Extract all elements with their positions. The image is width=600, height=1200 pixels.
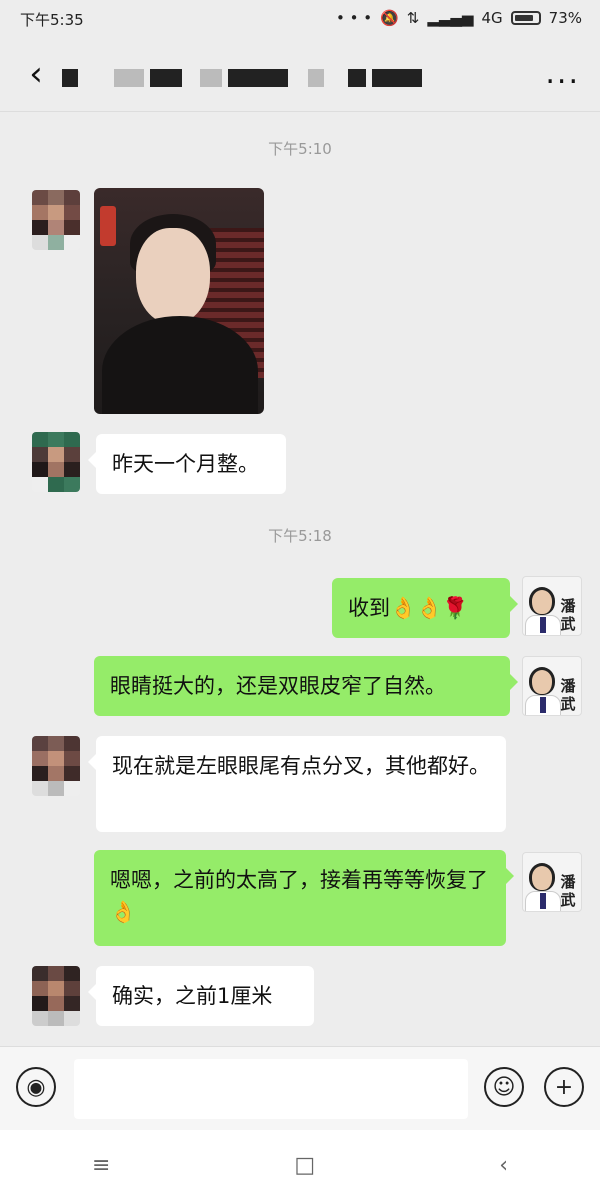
doctor-tie bbox=[540, 617, 546, 633]
back-button[interactable]: ‹ bbox=[16, 54, 56, 94]
voice-icon: ◉ bbox=[26, 1074, 46, 1100]
message-bubble[interactable]: 现在就是左眼眼尾有点分叉，其他都好。 bbox=[88, 736, 506, 832]
redaction-block bbox=[308, 69, 324, 87]
message-text: 昨天一个月整。 bbox=[112, 452, 259, 476]
redaction-block bbox=[150, 69, 182, 87]
doctor-avatar[interactable]: 潘武 bbox=[522, 656, 582, 716]
chat-title-redacted bbox=[62, 58, 422, 98]
doctor-avatar-text: 潘武 bbox=[560, 677, 576, 713]
input-bar: ◉ ☺ + bbox=[0, 1046, 600, 1130]
more-options-button[interactable]: ... bbox=[545, 56, 580, 91]
signal-icon: ▂▃▄▅ bbox=[427, 9, 474, 27]
redaction-block bbox=[62, 69, 78, 87]
mute-icon: 🔕 bbox=[380, 9, 399, 27]
doctor-avatar[interactable]: 潘武 bbox=[522, 852, 582, 912]
redaction-block bbox=[372, 69, 422, 87]
photo-message[interactable] bbox=[94, 188, 264, 414]
message-bubble[interactable]: 收到👌👌🌹 bbox=[332, 578, 518, 638]
plus-button[interactable]: + bbox=[544, 1067, 584, 1107]
system-nav-bar: ≡ □ ‹ bbox=[0, 1130, 600, 1200]
message-bubble[interactable]: 昨天一个月整。 bbox=[88, 434, 286, 494]
status-bar: 下午5:35 • • • 🔕 ⇅ ▂▃▄▅ 4G 73% bbox=[0, 0, 600, 36]
status-right: • • • 🔕 ⇅ ▂▃▄▅ 4G 73% bbox=[336, 9, 582, 27]
redaction-block bbox=[200, 69, 222, 87]
data-arrows-icon: ⇅ bbox=[406, 9, 420, 27]
chevron-left-icon: ‹ bbox=[29, 54, 43, 94]
redaction-block bbox=[228, 69, 288, 87]
doctor-tie bbox=[540, 893, 546, 909]
avatar[interactable] bbox=[32, 736, 80, 796]
battery-percent: 73% bbox=[548, 9, 582, 27]
network-type: 4G bbox=[481, 9, 503, 27]
redaction-block bbox=[114, 69, 144, 87]
back-nav-button[interactable]: ‹ bbox=[499, 1153, 508, 1178]
avatar[interactable] bbox=[32, 432, 80, 492]
emoji-icon: ☺ bbox=[492, 1074, 516, 1100]
message-text: 现在就是左眼眼尾有点分叉，其他都好。 bbox=[112, 754, 490, 778]
notification-dots-icon: • • • bbox=[335, 9, 373, 27]
doctor-avatar-text: 潘武 bbox=[560, 873, 576, 909]
status-time: 下午5:35 bbox=[20, 11, 84, 29]
home-nav-button[interactable]: □ bbox=[294, 1153, 315, 1178]
message-input[interactable] bbox=[74, 1059, 468, 1119]
emoji-button[interactable]: ☺ bbox=[484, 1067, 524, 1107]
timestamp: 下午5:10 bbox=[268, 140, 332, 158]
message-text: 眼睛挺大的，还是双眼皮窄了自然。 bbox=[110, 674, 446, 698]
battery-icon bbox=[510, 11, 541, 25]
plus-icon: + bbox=[554, 1074, 574, 1100]
doctor-face bbox=[529, 587, 555, 615]
message-bubble[interactable]: 确实，之前1厘米 bbox=[88, 966, 314, 1026]
doctor-face bbox=[529, 667, 555, 695]
photo-face bbox=[136, 228, 210, 324]
timestamp: 下午5:18 bbox=[268, 527, 332, 545]
photo-lamp bbox=[100, 206, 116, 246]
doctor-avatar-text: 潘武 bbox=[560, 597, 576, 633]
doctor-face bbox=[529, 863, 555, 891]
message-text: 收到👌👌🌹 bbox=[348, 596, 469, 620]
avatar[interactable] bbox=[32, 190, 80, 250]
message-text: 确实，之前1厘米 bbox=[112, 984, 273, 1008]
menu-nav-button[interactable]: ≡ bbox=[92, 1153, 110, 1178]
more-icon: ... bbox=[545, 56, 580, 91]
chat-header: ‹ ... bbox=[0, 36, 600, 112]
doctor-tie bbox=[540, 697, 546, 713]
message-bubble[interactable]: 眼睛挺大的，还是双眼皮窄了自然。 bbox=[94, 656, 518, 716]
avatar[interactable] bbox=[32, 966, 80, 1026]
redaction-block bbox=[348, 69, 366, 87]
voice-button[interactable]: ◉ bbox=[16, 1067, 56, 1107]
message-text: 嗯嗯，之前的太高了，接着再等等恢复了👌 bbox=[110, 868, 488, 924]
message-bubble[interactable]: 嗯嗯，之前的太高了，接着再等等恢复了👌 bbox=[94, 850, 514, 946]
doctor-avatar[interactable]: 潘武 bbox=[522, 576, 582, 636]
